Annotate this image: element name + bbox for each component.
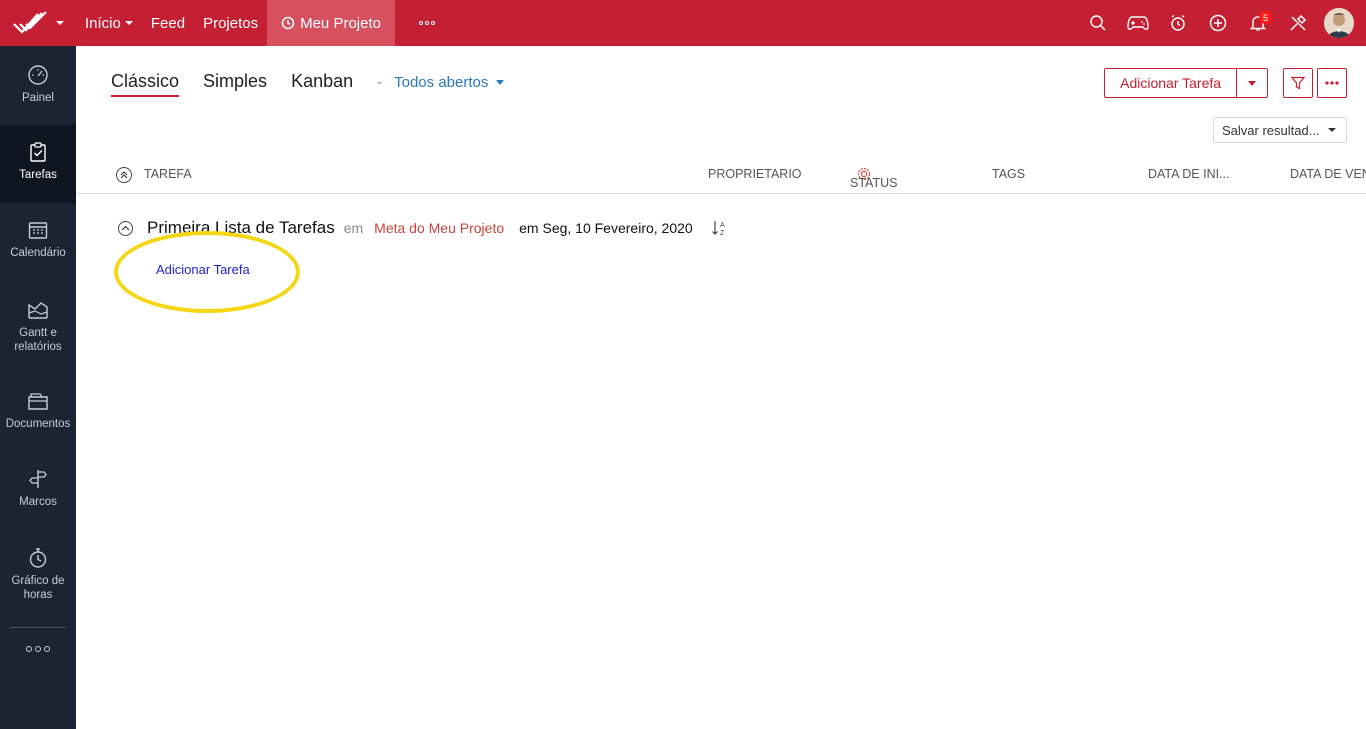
save-results-label: Salvar resultad... bbox=[1222, 122, 1320, 138]
nav-meu-projeto-label: Meu Projeto bbox=[300, 14, 381, 32]
user-photo-icon bbox=[1324, 8, 1354, 38]
search-button[interactable] bbox=[1078, 0, 1118, 46]
gauge-icon bbox=[28, 65, 48, 85]
game-button[interactable] bbox=[1118, 0, 1158, 46]
task-table-header: TAREFA PROPRIETARIO STATUS TAGS DATA DE … bbox=[76, 158, 1366, 194]
sidebar-item-label: Gantt e relatórios bbox=[14, 327, 62, 353]
tasklist-in-label: em bbox=[343, 220, 364, 236]
chevron-down-icon bbox=[124, 21, 133, 25]
gamepad-icon bbox=[1127, 16, 1149, 30]
calendar-icon bbox=[28, 222, 48, 239]
project-clock-icon bbox=[281, 16, 295, 30]
sort-button[interactable]: A Z bbox=[711, 219, 729, 237]
column-header-owner[interactable]: PROPRIETARIO bbox=[708, 167, 802, 181]
more-dots-icon bbox=[418, 21, 435, 25]
filter-button[interactable] bbox=[1283, 68, 1313, 98]
view-tabs: Clássico Simples Kanban - Todos abertos bbox=[111, 71, 505, 97]
alarm-clock-icon bbox=[1171, 14, 1185, 31]
collapse-all-button[interactable] bbox=[116, 167, 132, 183]
add-new-button[interactable] bbox=[1198, 0, 1238, 46]
clipboard-check-icon bbox=[30, 142, 46, 162]
sidebar-item-calendario[interactable]: Calendário bbox=[0, 203, 76, 281]
sidebar-item-tarefas[interactable]: Tarefas bbox=[0, 125, 76, 203]
checkmark-logo-icon bbox=[13, 11, 47, 34]
task-filter-dropdown[interactable]: Todos abertos bbox=[394, 74, 505, 91]
chevron-down-icon bbox=[56, 21, 64, 25]
stopwatch-icon bbox=[29, 548, 47, 568]
more-options-button[interactable] bbox=[1317, 68, 1347, 98]
svg-text:Z: Z bbox=[720, 230, 725, 237]
status-label: STATUS bbox=[850, 176, 898, 190]
tasklist-date: em Seg, 10 Fevereiro, 2020 bbox=[519, 220, 693, 236]
sidebar-item-grafico-horas[interactable]: Gráfico de horas bbox=[0, 531, 76, 627]
chart-icon bbox=[28, 302, 48, 319]
tools-icon bbox=[1290, 14, 1307, 31]
sidebar-item-label: Marcos bbox=[19, 496, 57, 508]
tab-simples[interactable]: Simples bbox=[203, 71, 267, 95]
filter-label: Todos abertos bbox=[394, 74, 489, 91]
column-header-status[interactable]: STATUS bbox=[850, 167, 897, 190]
separator-dash: - bbox=[377, 74, 383, 91]
sidebar-more-button[interactable] bbox=[0, 628, 76, 672]
notifications-button[interactable]: 5 bbox=[1238, 0, 1278, 46]
more-dots-icon bbox=[26, 646, 50, 652]
main-content: Clássico Simples Kanban - Todos abertos … bbox=[76, 46, 1366, 729]
nav-projetos-label: Projetos bbox=[203, 14, 259, 32]
tasklist-milestone-link[interactable]: Meta do Meu Projeto bbox=[374, 220, 504, 236]
app-logo[interactable] bbox=[0, 0, 76, 46]
save-results-dropdown[interactable]: Salvar resultad... bbox=[1213, 117, 1347, 143]
nav-inicio[interactable]: Início bbox=[76, 0, 142, 46]
more-dots-icon bbox=[1325, 81, 1339, 85]
sidebar-item-documentos[interactable]: Documentos bbox=[0, 374, 76, 452]
folder-icon bbox=[28, 393, 48, 410]
sidebar-item-label: Painel bbox=[22, 92, 54, 104]
user-avatar[interactable] bbox=[1324, 8, 1354, 38]
sidebar-item-gantt[interactable]: Gantt e relatórios bbox=[0, 281, 76, 374]
tasklist-title[interactable]: Primeira Lista de Tarefas bbox=[147, 218, 335, 238]
double-chevron-up-icon bbox=[120, 171, 128, 179]
add-task-dropdown-toggle[interactable] bbox=[1236, 69, 1267, 97]
sidebar-item-painel[interactable]: Painel bbox=[0, 46, 76, 125]
sidebar-item-label: Tarefas bbox=[19, 169, 57, 181]
timer-button[interactable] bbox=[1158, 0, 1198, 46]
sort-az-icon: A Z bbox=[711, 221, 725, 237]
nav-inicio-label: Início bbox=[85, 14, 121, 32]
column-header-due-date[interactable]: DATA DE VEN bbox=[1290, 167, 1366, 181]
chevron-up-icon bbox=[121, 225, 130, 231]
add-task-split-button: Adicionar Tarefa bbox=[1104, 68, 1268, 98]
nav-meu-projeto[interactable]: Meu Projeto bbox=[267, 0, 395, 46]
chevron-down-icon bbox=[1327, 128, 1336, 132]
more-nav-button[interactable] bbox=[395, 0, 444, 46]
left-sidebar: Painel Tarefas Calendário Gantt e relató… bbox=[0, 46, 76, 729]
top-navigation-bar: Início Feed Projetos Meu Projeto 5 bbox=[0, 0, 1366, 46]
nav-feed-label: Feed bbox=[150, 14, 186, 32]
search-icon bbox=[1090, 15, 1106, 31]
settings-button[interactable] bbox=[1278, 0, 1318, 46]
nav-projetos[interactable]: Projetos bbox=[194, 0, 267, 46]
tab-kanban[interactable]: Kanban bbox=[291, 71, 353, 95]
funnel-icon bbox=[1291, 76, 1305, 90]
column-header-task[interactable]: TAREFA bbox=[144, 167, 192, 181]
column-header-start-date[interactable]: DATA DE INI... bbox=[1148, 167, 1230, 181]
sidebar-item-label: Calendário bbox=[10, 247, 66, 259]
svg-text:A: A bbox=[720, 222, 725, 229]
collapse-tasklist-button[interactable] bbox=[118, 220, 133, 236]
chevron-down-icon bbox=[1248, 80, 1257, 86]
sidebar-item-marcos[interactable]: Marcos bbox=[0, 452, 76, 531]
tasklist-header-row: Primeira Lista de Tarefas em Meta do Meu… bbox=[118, 218, 729, 238]
nav-feed[interactable]: Feed bbox=[142, 0, 194, 46]
sidebar-item-label: Gráfico de horas bbox=[11, 575, 65, 601]
chevron-down-icon bbox=[496, 80, 505, 85]
signpost-icon bbox=[29, 470, 47, 488]
sidebar-item-label: Documentos bbox=[5, 418, 71, 430]
notification-badge: 5 bbox=[1259, 11, 1272, 24]
tab-classico[interactable]: Clássico bbox=[111, 71, 180, 97]
add-task-link[interactable]: Adicionar Tarefa bbox=[156, 262, 250, 277]
column-header-tags[interactable]: TAGS bbox=[992, 167, 1025, 181]
add-task-button[interactable]: Adicionar Tarefa bbox=[1105, 75, 1236, 91]
plus-circle-icon bbox=[1209, 14, 1227, 32]
